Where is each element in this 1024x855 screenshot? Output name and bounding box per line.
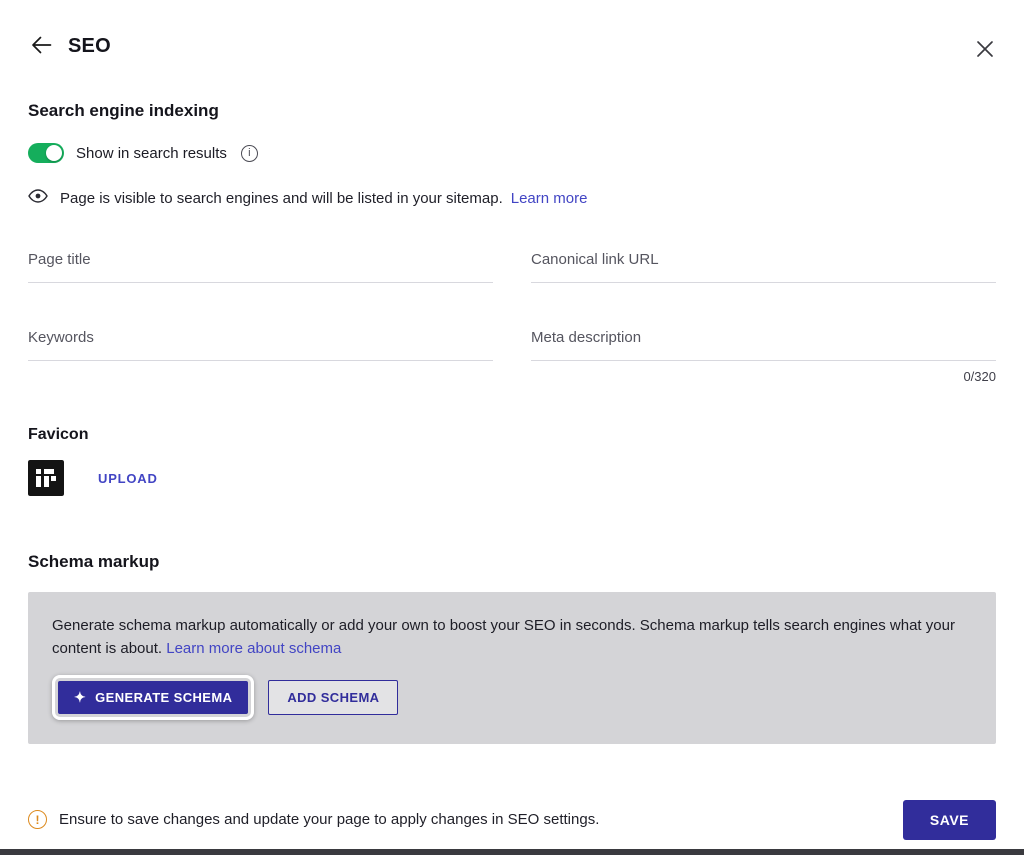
back-button[interactable] [28, 32, 54, 61]
favicon-row: UPLOAD [28, 460, 996, 496]
seo-settings-panel: SEO Search engine indexing Show in searc… [0, 0, 1024, 855]
show-in-search-toggle[interactable] [28, 143, 64, 163]
panel-header: SEO [28, 0, 996, 63]
seo-fields-grid: 0/320 [28, 251, 996, 384]
toggle-knob [46, 145, 62, 161]
panel-footer: ! Ensure to save changes and update your… [28, 800, 996, 840]
char-counter: 0/320 [531, 369, 996, 384]
favicon-section: Favicon UPLOAD [28, 426, 996, 496]
canonical-url-field [531, 251, 996, 283]
generate-schema-label: GENERATE SCHEMA [95, 690, 232, 705]
save-button[interactable]: SAVE [903, 800, 996, 840]
eye-icon [28, 189, 48, 207]
add-schema-button[interactable]: ADD SCHEMA [268, 680, 398, 715]
page-title-field [28, 251, 493, 283]
meta-description-field: 0/320 [531, 329, 996, 384]
close-button[interactable] [974, 38, 996, 63]
schema-buttons-row: ✦ GENERATE SCHEMA ADD SCHEMA [52, 675, 972, 720]
canonical-url-input[interactable] [531, 251, 996, 283]
schema-description-block: Generate schema markup automatically or … [52, 614, 972, 661]
generate-schema-button[interactable]: ✦ GENERATE SCHEMA [58, 681, 248, 714]
meta-description-input[interactable] [531, 329, 996, 361]
indexing-section: Search engine indexing Show in search re… [28, 101, 996, 207]
highlight-box: ✦ GENERATE SCHEMA [52, 675, 254, 720]
footer-note-row: ! Ensure to save changes and update your… [28, 810, 599, 829]
visibility-note-row: Page is visible to search engines and wi… [28, 189, 996, 207]
warning-icon: ! [28, 810, 47, 829]
schema-learn-more-link[interactable]: Learn more about schema [166, 640, 341, 657]
schema-section: Schema markup Generate schema markup aut… [28, 552, 996, 744]
learn-more-link[interactable]: Learn more [511, 190, 588, 207]
visibility-note: Page is visible to search engines and wi… [60, 190, 503, 207]
section-heading-favicon: Favicon [28, 426, 996, 444]
show-in-search-row: Show in search results i [28, 143, 996, 163]
sparkle-icon: ✦ [74, 690, 86, 704]
section-heading-schema: Schema markup [28, 552, 996, 572]
info-icon[interactable]: i [241, 145, 258, 162]
toggle-label: Show in search results [76, 145, 227, 162]
page-bottom-edge [0, 849, 1024, 855]
page-title: SEO [68, 35, 111, 58]
footer-note: Ensure to save changes and update your p… [59, 811, 599, 828]
schema-panel: Generate schema markup automatically or … [28, 592, 996, 744]
section-heading-indexing: Search engine indexing [28, 101, 996, 121]
close-icon [976, 40, 994, 61]
keywords-input[interactable] [28, 329, 493, 361]
favicon-image [28, 460, 64, 496]
upload-button[interactable]: UPLOAD [98, 471, 158, 486]
page-title-input[interactable] [28, 251, 493, 283]
back-arrow-icon [30, 34, 52, 59]
keywords-field [28, 329, 493, 384]
